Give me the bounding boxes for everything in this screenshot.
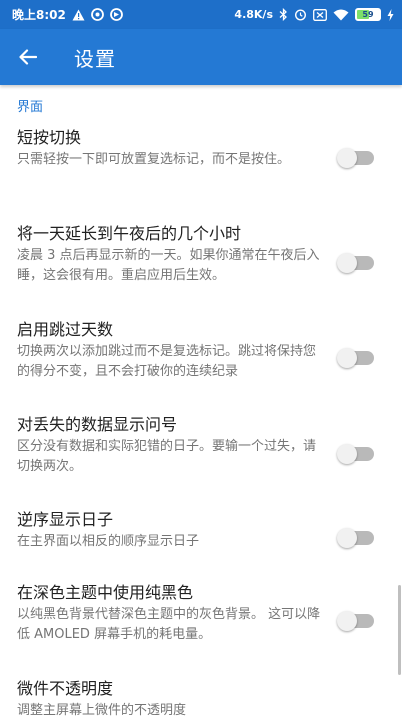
- toggle-switch[interactable]: [337, 444, 374, 464]
- pref-pure-black[interactable]: 在深色主题中使用纯黑色 以纯黑色背景代替深色主题中的灰色背景。 这可以降低 AM…: [0, 582, 402, 678]
- app-icon-2: [109, 8, 123, 21]
- pref-short-toggle[interactable]: 短按切换 只需轻按一下即可放置复选标记，而不是按住。: [0, 127, 402, 223]
- network-speed: 4.8K/s: [234, 8, 273, 21]
- back-button[interactable]: [0, 29, 56, 85]
- app-icon-1: [90, 8, 104, 21]
- toggle-knob: [337, 148, 357, 168]
- battery-icon: 59: [355, 8, 381, 21]
- pref-summary: 切换两次以添加跳过而不是复选标记。跳过将保持您的得分不变，且不会打破你的连续纪录: [17, 344, 317, 379]
- arrow-left-icon: [19, 49, 37, 65]
- toggle-knob: [337, 348, 357, 368]
- toggle-switch[interactable]: [337, 611, 374, 631]
- toggle-knob: [337, 253, 357, 273]
- toggle-switch[interactable]: [337, 253, 374, 273]
- pref-extend-day[interactable]: 将一天延长到午夜后的几个小时 凌晨 3 点后再显示新的一天。如果你通常在午夜后入…: [0, 223, 402, 319]
- pref-reverse-days[interactable]: 逆序显示日子 在主界面以相反的顺序显示日子: [0, 509, 402, 582]
- pref-title: 短按切换: [17, 128, 82, 147]
- battery-level: 59: [362, 10, 374, 19]
- warning-icon: [72, 9, 85, 21]
- section-header: 界面: [17, 100, 44, 115]
- pref-title: 对丢失的数据显示问号: [17, 415, 178, 434]
- toggle-switch[interactable]: [337, 348, 374, 368]
- toggle-knob: [337, 528, 357, 548]
- pref-skip-days[interactable]: 启用跳过天数 切换两次以添加跳过而不是复选标记。跳过将保持您的得分不变，且不会打…: [0, 319, 402, 414]
- bluetooth-icon: [279, 8, 288, 21]
- pref-summary: 以纯黑色背景代替深色主题中的灰色背景。 这可以降低 AMOLED 屏幕手机的耗电…: [17, 607, 321, 642]
- toggle-switch[interactable]: [337, 528, 374, 548]
- charging-icon: [387, 8, 394, 21]
- page-title: 设置: [74, 46, 116, 71]
- pref-title: 逆序显示日子: [17, 510, 114, 529]
- pref-summary: 区分没有数据和实际犯错的日子。要输一个过失，请切换两次。: [17, 439, 317, 474]
- alarm-icon: [294, 8, 307, 21]
- wifi-icon: [333, 9, 349, 21]
- toggle-switch[interactable]: [337, 148, 374, 168]
- toggle-knob: [337, 444, 357, 464]
- status-bar: 晚上8:02 4.8K/s 59: [0, 0, 402, 29]
- settings-list[interactable]: 界面 短按切换 只需轻按一下即可放置复选标记，而不是按住。 将一天延长到午夜后的…: [0, 85, 402, 717]
- pref-widget-opacity[interactable]: 微件不透明度 调整主屏幕上微件的不透明度: [0, 678, 402, 717]
- sim-icon: [313, 8, 327, 21]
- app-bar: 设置: [0, 29, 402, 85]
- status-time: 晚上8:02: [12, 8, 66, 22]
- scrollbar[interactable]: [398, 585, 401, 675]
- pref-title: 将一天延长到午夜后的几个小时: [17, 224, 242, 243]
- pref-title: 微件不透明度: [17, 679, 114, 698]
- pref-question-marks[interactable]: 对丢失的数据显示问号 区分没有数据和实际犯错的日子。要输一个过失，请切换两次。: [0, 414, 402, 509]
- pref-title: 启用跳过天数: [17, 320, 114, 339]
- pref-summary: 凌晨 3 点后再显示新的一天。如果你通常在午夜后入睡，这会很有用。重启应用后生效…: [17, 248, 320, 283]
- pref-summary: 调整主屏幕上微件的不透明度: [17, 703, 187, 717]
- pref-title: 在深色主题中使用纯黑色: [17, 583, 194, 602]
- pref-summary: 在主界面以相反的顺序显示日子: [17, 534, 200, 549]
- toggle-knob: [337, 611, 357, 631]
- pref-summary: 只需轻按一下即可放置复选标记，而不是按住。: [17, 152, 291, 167]
